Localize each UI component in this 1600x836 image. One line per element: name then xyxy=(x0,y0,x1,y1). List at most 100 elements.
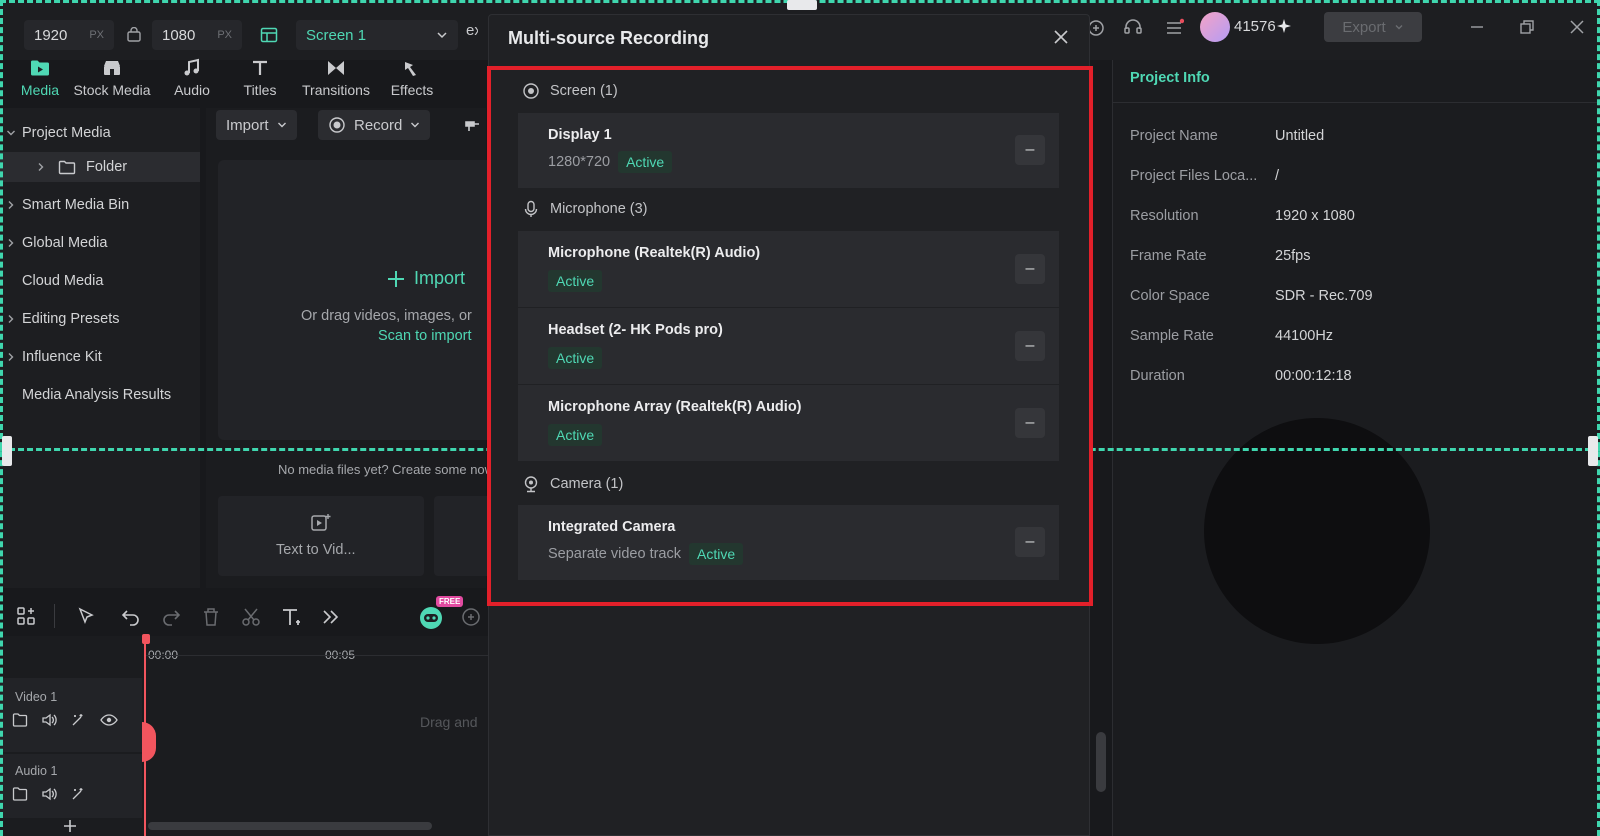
playhead-marker[interactable] xyxy=(142,722,156,762)
close-window-icon[interactable] xyxy=(1568,18,1586,36)
resize-handle-top[interactable] xyxy=(787,0,817,10)
pin-icon[interactable] xyxy=(462,116,480,134)
sidebar-item-folder[interactable]: Folder xyxy=(0,152,200,182)
screen-select[interactable]: Screen 1 xyxy=(296,20,458,50)
sidebar-item-global-media[interactable]: Global Media xyxy=(0,228,200,258)
eye-icon[interactable] xyxy=(100,712,118,728)
delete-icon[interactable] xyxy=(200,606,222,628)
stock-media-icon xyxy=(66,56,158,80)
info-label-project-name: Project Name xyxy=(1130,128,1218,144)
time-ruler[interactable] xyxy=(144,636,490,656)
chevron-down-icon xyxy=(436,29,448,41)
tab-effects[interactable]: Effects xyxy=(378,56,446,98)
add-track-icon[interactable] xyxy=(62,818,78,834)
folder-add-icon[interactable] xyxy=(12,786,28,802)
text-tool-icon[interactable] xyxy=(280,606,302,628)
redo-icon[interactable] xyxy=(160,606,182,628)
dropzone-import-button[interactable]: Import xyxy=(386,268,465,289)
resize-handle-right[interactable] xyxy=(1588,436,1598,466)
sidebar-item-label: Media Analysis Results xyxy=(22,387,172,403)
tab-media[interactable]: Media xyxy=(14,56,66,98)
tab-effects-label: Effects xyxy=(390,82,434,98)
link-ratio-icon[interactable] xyxy=(126,27,142,43)
import-label: Import xyxy=(226,116,269,134)
record-button[interactable]: Record xyxy=(318,110,431,140)
magic-wand-icon[interactable] xyxy=(70,712,86,728)
tab-transitions[interactable]: Transitions xyxy=(294,56,378,98)
magic-wand-icon[interactable] xyxy=(70,786,86,802)
sidebar-item-label: Cloud Media xyxy=(22,273,104,289)
speaker-icon[interactable] xyxy=(41,712,57,728)
height-field[interactable]: 1080 PX xyxy=(152,20,242,50)
folder-add-icon[interactable] xyxy=(12,712,28,728)
more-tools-icon[interactable] xyxy=(320,606,342,628)
scan-to-import-link[interactable]: Scan to import xyxy=(378,328,472,344)
audio-track-header: Audio 1 xyxy=(0,754,142,818)
sidebar-item-media-analysis[interactable]: Media Analysis Results xyxy=(0,380,200,410)
sidebar-item-cloud-media[interactable]: Cloud Media xyxy=(0,266,200,296)
undo-icon[interactable] xyxy=(120,606,142,628)
auto-sync-icon[interactable] xyxy=(460,606,482,628)
info-value-project-name: Untitled xyxy=(1275,128,1325,144)
sidebar-item-smart-media-bin[interactable]: Smart Media Bin xyxy=(0,190,200,220)
camera-preview-circle xyxy=(1204,418,1430,644)
text-to-video-icon xyxy=(310,512,332,534)
tab-titles[interactable]: Titles xyxy=(226,56,294,98)
layout-icon[interactable] xyxy=(260,26,278,44)
info-value-frame-rate: 25fps xyxy=(1275,248,1311,264)
timeline-scrollbar[interactable] xyxy=(148,822,432,830)
grid-layout-icon[interactable] xyxy=(16,606,36,626)
info-value-sample-rate: 44100Hz xyxy=(1275,328,1334,344)
sparkle-icon xyxy=(1276,18,1292,34)
music-note-icon xyxy=(158,56,226,80)
sidebar-item-label: Editing Presets xyxy=(22,311,120,327)
sidebar-item-label: Project Media xyxy=(22,125,111,141)
headset-support-icon[interactable] xyxy=(1122,16,1144,38)
divider xyxy=(1112,102,1600,103)
dialog-title: Multi-source Recording xyxy=(508,28,710,48)
video-track-header: Video 1 xyxy=(0,678,142,752)
tab-audio-label: Audio xyxy=(174,82,210,98)
tab-audio[interactable]: Audio xyxy=(158,56,226,98)
main-tabs: Media Stock Media Audio Titles Transitio… xyxy=(14,56,446,98)
width-field[interactable]: 1920 PX xyxy=(24,20,114,50)
chevron-right-icon xyxy=(0,238,22,248)
sidebar-item-project-media[interactable]: Project Media xyxy=(0,118,200,148)
timeline-drag-hint: Drag and xyxy=(420,714,478,730)
export-button[interactable]: Export xyxy=(1324,12,1422,42)
sidebar-item-editing-presets[interactable]: Editing Presets xyxy=(0,304,200,334)
scrollbar[interactable] xyxy=(1096,732,1106,792)
info-label-resolution: Resolution xyxy=(1130,208,1199,224)
resize-handle-left[interactable] xyxy=(2,436,12,466)
height-value: 1080 xyxy=(162,26,196,44)
info-value-color-space: SDR - Rec.709 xyxy=(1275,288,1373,304)
tab-stock-media[interactable]: Stock Media xyxy=(66,56,158,98)
media-sidebar: Project Media Folder Smart Media Bin Glo… xyxy=(0,108,200,588)
chevron-right-icon xyxy=(0,352,22,362)
chevron-right-icon xyxy=(0,314,22,324)
speaker-icon[interactable] xyxy=(41,786,57,802)
tab-media-label: Media xyxy=(20,82,60,98)
minimize-icon[interactable] xyxy=(1468,18,1486,36)
text-to-video-card[interactable]: Text to Vid... xyxy=(218,496,424,576)
transition-icon xyxy=(294,56,378,80)
sidebar-item-influence-kit[interactable]: Influence Kit xyxy=(0,342,200,372)
restore-icon[interactable] xyxy=(1518,18,1536,36)
info-label-frame-rate: Frame Rate xyxy=(1130,248,1207,264)
info-value-project-files: / xyxy=(1275,168,1280,184)
chevron-down-icon xyxy=(411,122,420,128)
media-card-partial[interactable] xyxy=(434,496,494,576)
info-label-project-files: Project Files Loca... xyxy=(1130,168,1258,184)
select-pointer-icon[interactable] xyxy=(76,606,98,628)
info-value-duration: 00:00:12:18 xyxy=(1275,368,1352,384)
folder-icon xyxy=(58,160,76,175)
ai-robot-icon[interactable] xyxy=(418,604,444,630)
close-icon[interactable] xyxy=(1052,28,1070,46)
capture-region-left xyxy=(0,0,3,836)
import-button[interactable]: Import xyxy=(216,110,297,140)
screen-select-value: Screen 1 xyxy=(306,26,367,44)
menu-icon[interactable] xyxy=(1164,18,1184,38)
media-dropzone[interactable] xyxy=(218,160,498,440)
avatar[interactable] xyxy=(1200,12,1230,42)
split-scissors-icon[interactable] xyxy=(240,606,262,628)
